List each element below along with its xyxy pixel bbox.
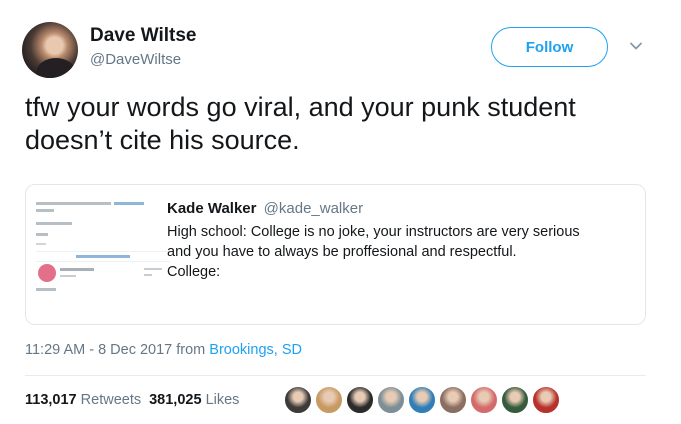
- author-name[interactable]: Dave Wiltse: [90, 25, 197, 47]
- tweet-text: tfw your words go viral, and your punk s…: [25, 92, 576, 155]
- quoted-author-handle[interactable]: @kade_walker: [264, 200, 363, 217]
- quoted-text-line: and you have to always be proffesional a…: [167, 244, 517, 260]
- tweet-timestamp: 11:29 AM - 8 Dec 2017 from Brookings, SD: [25, 342, 302, 358]
- retweets-stat[interactable]: 113,017 Retweets: [25, 392, 141, 408]
- author-avatar[interactable]: [22, 22, 78, 78]
- quoted-tweet-author[interactable]: Kade Walker @kade_walker: [167, 200, 363, 217]
- liker-avatar-9[interactable]: [531, 385, 561, 415]
- quoted-tweet-card[interactable]: Kade Walker @kade_walker High school: Co…: [25, 184, 646, 325]
- liker-avatar-3[interactable]: [345, 385, 375, 415]
- quoted-tweet-media[interactable]: [36, 198, 170, 310]
- liker-avatar-6[interactable]: [438, 385, 468, 415]
- retweets-label: Retweets: [80, 392, 142, 408]
- likes-stat[interactable]: 381,025 Likes: [149, 392, 239, 408]
- liker-avatar-7[interactable]: [469, 385, 499, 415]
- liker-avatar-5[interactable]: [407, 385, 437, 415]
- location-link[interactable]: Brookings, SD: [209, 342, 302, 358]
- quoted-tweet-text: High school: College is no joke, your in…: [167, 222, 637, 282]
- liker-avatars: [283, 385, 573, 415]
- chevron-down-icon[interactable]: [628, 38, 644, 54]
- likes-count: 381,025: [149, 392, 202, 408]
- divider: [25, 375, 646, 376]
- retweets-count: 113,017: [25, 392, 77, 408]
- quoted-text-line: High school: College is no joke, your in…: [167, 224, 580, 240]
- follow-button[interactable]: Follow: [491, 27, 608, 67]
- engagement-stats: 113,017 Retweets 381,025 Likes: [25, 392, 239, 408]
- author-handle[interactable]: @DaveWiltse: [90, 51, 181, 68]
- liker-avatar-8[interactable]: [500, 385, 530, 415]
- likes-label: Likes: [205, 392, 240, 408]
- liker-avatar-1[interactable]: [283, 385, 313, 415]
- timestamp-text[interactable]: 11:29 AM - 8 Dec 2017 from: [25, 342, 209, 358]
- liker-avatar-2[interactable]: [314, 385, 344, 415]
- liker-avatar-4[interactable]: [376, 385, 406, 415]
- quoted-text-line: College:: [167, 264, 221, 280]
- quoted-author-name[interactable]: Kade Walker: [167, 200, 256, 217]
